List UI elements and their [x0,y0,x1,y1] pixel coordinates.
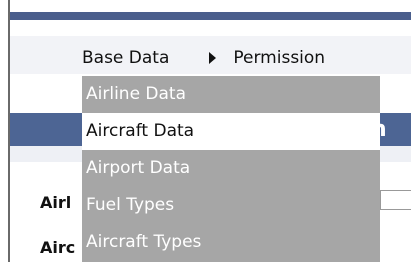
top-banner-spacer [10,20,411,32]
dropdown-item-airline-data[interactable]: Airline Data [82,76,380,113]
menu-base-data-label: Base Data [82,48,170,68]
top-banner-bar [10,12,411,20]
base-data-dropdown: Airline Data Aircraft Data Airport Data … [82,76,380,262]
dropdown-item-fuel-types[interactable]: Fuel Types [82,187,380,224]
menu-permission-label: Permission [233,48,326,68]
menu-permission[interactable]: Permission [233,48,325,68]
form-input-airline[interactable] [380,190,411,210]
submenu-arrow-icon [209,52,217,64]
form-label-aircraft: Airc [40,238,76,257]
dropdown-item-airport-data[interactable]: Airport Data [82,150,380,187]
menubar: Base Data Permission [82,45,325,71]
menu-base-data[interactable]: Base Data [82,48,233,68]
dropdown-item-aircraft-types[interactable]: Aircraft Types [82,224,380,261]
dropdown-item-aircraft-data[interactable]: Aircraft Data [82,113,380,150]
form-label-airline: Airl [40,193,72,212]
